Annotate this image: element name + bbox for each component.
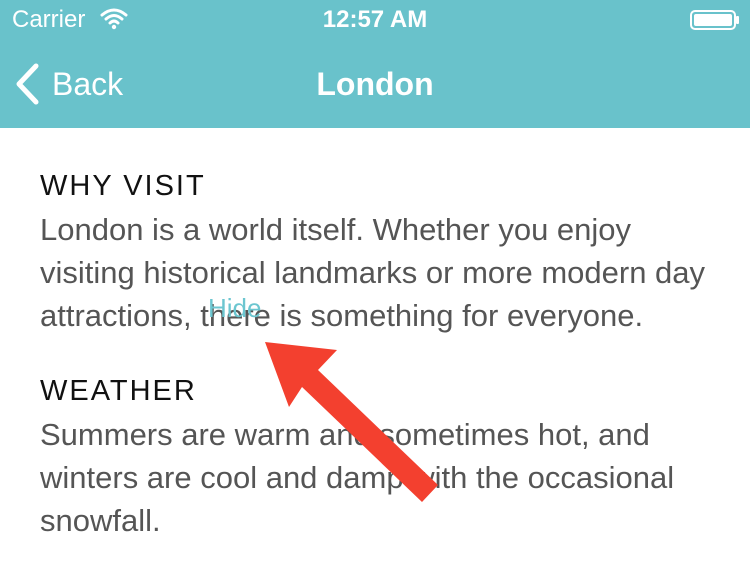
page-title: London <box>316 66 434 102</box>
navigation-bar: Back London <box>0 40 750 128</box>
section-body: London is a world itself. Whether you en… <box>40 212 706 333</box>
content: WHY VISIT London is a world itself. Whet… <box>40 168 720 542</box>
status-time: 12:57 AM <box>322 6 428 33</box>
section-why-visit: WHY VISIT London is a world itself. Whet… <box>40 168 720 337</box>
section-weather: WEATHER Summers are warm and sometimes h… <box>40 373 720 542</box>
battery-icon <box>690 10 739 30</box>
section-body: Summers are warm and sometimes hot, and … <box>40 417 675 538</box>
section-heading: WHY VISIT <box>40 170 206 202</box>
hide-link[interactable]: Hide <box>208 293 261 323</box>
status-bar: Carrier 12:57 AM <box>0 0 750 40</box>
header: Carrier 12:57 AM Back London <box>0 0 750 128</box>
screen: Carrier 12:57 AM Back London WHY VISIT L… <box>0 0 750 573</box>
section-heading: WEATHER <box>40 375 197 407</box>
